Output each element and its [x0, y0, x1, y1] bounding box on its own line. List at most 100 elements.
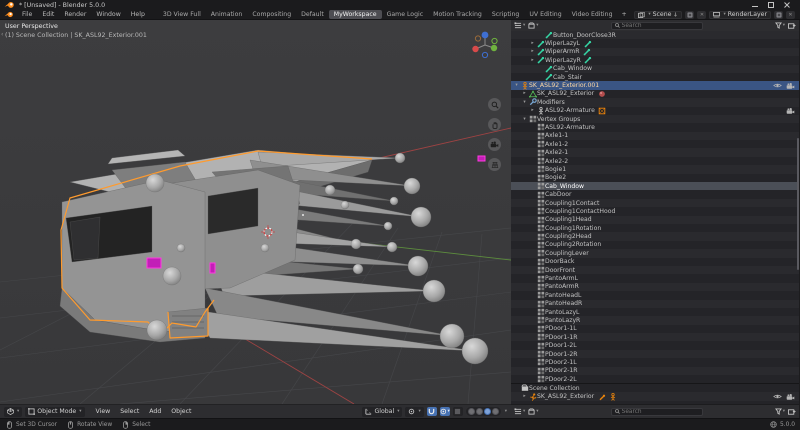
- search-input[interactable]: [622, 23, 692, 29]
- xray-toggle[interactable]: [453, 407, 463, 416]
- outliner-row[interactable]: ▸SK_ASL92_Exterior: [511, 392, 799, 400]
- workspace-tab-scripting[interactable]: Scripting: [487, 10, 525, 19]
- outliner-row[interactable]: ▾Modifiers: [511, 98, 799, 106]
- outliner-row[interactable]: PDoor2-1L: [511, 358, 799, 366]
- new-collection-button[interactable]: [788, 408, 796, 416]
- outliner-row[interactable]: Axle1-2: [511, 140, 799, 148]
- chevron-down-icon[interactable]: ▾: [505, 409, 507, 414]
- workspace-tab-uv-editing[interactable]: UV Editing: [524, 10, 566, 19]
- unlink-scene-icon[interactable]: ✕: [697, 11, 706, 19]
- outliner-row[interactable]: ▾Vertex Groups: [511, 115, 799, 123]
- outliner-row[interactable]: PDoor1-2L: [511, 341, 799, 349]
- pan-tool-button[interactable]: [488, 118, 501, 131]
- outliner-row[interactable]: Coupling1Contact: [511, 199, 799, 207]
- menu-edit[interactable]: Edit: [37, 11, 59, 18]
- viewport-menu-select[interactable]: Select: [116, 408, 143, 415]
- shading-wireframe-button[interactable]: [468, 408, 475, 415]
- outliner-row[interactable]: Axle1-1: [511, 132, 799, 140]
- workspace-tab-video-editing[interactable]: Video Editing: [567, 10, 618, 19]
- outliner-row[interactable]: ASL92-Armature: [511, 123, 799, 131]
- outliner-row[interactable]: Coupling1ContactHood: [511, 207, 799, 215]
- menu-file[interactable]: File: [17, 11, 37, 18]
- scene-selector[interactable]: ▾ Scene: [634, 11, 682, 19]
- outliner-row[interactable]: PDoor1-1R: [511, 333, 799, 341]
- toolbar-expand-icon[interactable]: ‹: [1, 31, 3, 38]
- outliner-search[interactable]: [611, 22, 703, 30]
- tree-closed-icon[interactable]: ▸: [529, 41, 536, 46]
- tree-open-icon[interactable]: ▾: [513, 83, 520, 88]
- workspace-tab-motion-tracking[interactable]: Motion Tracking: [428, 10, 487, 19]
- outliner-row[interactable]: PantoArmR: [511, 283, 799, 291]
- viewport-menu-view[interactable]: View: [92, 408, 115, 415]
- camera-icon[interactable]: [786, 393, 795, 401]
- outliner-row[interactable]: PDoor2-2L: [511, 375, 799, 383]
- add-workspace-button[interactable]: +: [618, 11, 631, 18]
- tree-closed-icon[interactable]: ▸: [521, 91, 528, 96]
- outliner-row[interactable]: Coupling1Rotation: [511, 224, 799, 232]
- camera-icon[interactable]: [786, 82, 795, 90]
- filter-funnel-button[interactable]: ▾: [775, 22, 785, 29]
- camera-icon[interactable]: [786, 107, 795, 115]
- outliner-row[interactable]: CabDoor: [511, 190, 799, 198]
- outliner-row[interactable]: ▸SK_ASL92_Exterior: [511, 90, 799, 98]
- blender-app-menu-icon[interactable]: [4, 11, 14, 19]
- outliner-row[interactable]: ▾SK_ASL92_Exterior.001: [511, 81, 799, 89]
- outliner-row[interactable]: Cab_Window: [511, 65, 799, 73]
- new-collection-button[interactable]: [788, 22, 796, 30]
- outliner-row[interactable]: Bogie1: [511, 165, 799, 173]
- pin-icon[interactable]: [673, 12, 678, 17]
- search-input[interactable]: [622, 409, 692, 415]
- zoom-tool-button[interactable]: [488, 98, 501, 111]
- workspace-tab-3d-view-full[interactable]: 3D View Full: [158, 10, 206, 19]
- filter-collection-button[interactable]: ▾: [528, 408, 538, 415]
- outliner-row[interactable]: PDoor2-1R: [511, 367, 799, 375]
- outliner-row[interactable]: Coupling2Head: [511, 232, 799, 240]
- menu-render[interactable]: Render: [59, 11, 91, 18]
- minimize-button[interactable]: [752, 2, 758, 8]
- outliner-row[interactable]: PDoor1-1L: [511, 325, 799, 333]
- outliner-row[interactable]: ▸ASL92-Armature: [511, 107, 799, 115]
- tree-closed-icon[interactable]: ▸: [529, 49, 536, 54]
- outliner-row[interactable]: Coupling1Head: [511, 216, 799, 224]
- outliner-row[interactable]: PantoArmL: [511, 274, 799, 282]
- pivot-point-selector[interactable]: ▾: [405, 407, 423, 417]
- filter-collection-button[interactable]: ▾: [528, 22, 538, 29]
- outliner-row[interactable]: PantoHeadL: [511, 291, 799, 299]
- outliner-row[interactable]: ▸WiperArmR: [511, 48, 799, 56]
- snap-toggle[interactable]: [427, 407, 437, 416]
- tree-closed-icon[interactable]: ▸: [529, 58, 536, 63]
- workspace-tab-myworkspace[interactable]: MyWorkspace: [329, 10, 382, 19]
- outliner-row[interactable]: Button_DoorClose3R: [511, 31, 799, 39]
- tree-closed-icon[interactable]: ▸: [521, 394, 528, 399]
- mode-selector[interactable]: Object Mode ▾: [25, 407, 84, 417]
- eye-icon[interactable]: [773, 82, 782, 90]
- viewport-menu-add[interactable]: Add: [145, 408, 165, 415]
- outliner-row[interactable]: PDoor1-2R: [511, 350, 799, 358]
- tree-open-icon[interactable]: ▾: [521, 117, 528, 122]
- viewport-canvas[interactable]: [0, 20, 511, 404]
- outliner-scrollbar[interactable]: [797, 138, 799, 270]
- shading-rendered-button[interactable]: [492, 408, 499, 415]
- outliner-row[interactable]: Coupling2Rotation: [511, 241, 799, 249]
- close-button[interactable]: [784, 2, 790, 8]
- workspace-tab-compositing[interactable]: Compositing: [247, 10, 296, 19]
- menu-help[interactable]: Help: [126, 11, 150, 18]
- tree-open-icon[interactable]: ▾: [521, 100, 528, 105]
- remove-view-layer-icon[interactable]: ✕: [786, 11, 795, 19]
- outliner-secondary-search[interactable]: [611, 408, 703, 416]
- outliner-row[interactable]: PantoLazyR: [511, 316, 799, 324]
- shading-solid-button[interactable]: [476, 408, 483, 415]
- outliner-row[interactable]: Cab_Stair: [511, 73, 799, 81]
- menu-window[interactable]: Window: [91, 11, 125, 18]
- outliner-row[interactable]: Axle2-2: [511, 157, 799, 165]
- transform-orientation-selector[interactable]: Global ▾: [362, 407, 402, 417]
- workspace-tab-default[interactable]: Default: [296, 10, 329, 19]
- outliner-row[interactable]: Cab_Window: [511, 182, 799, 190]
- workspace-tab-game-logic[interactable]: Game Logic: [382, 10, 429, 19]
- outliner-row[interactable]: ▸WiperLazyL: [511, 39, 799, 47]
- filter-funnel-button[interactable]: ▾: [775, 408, 785, 415]
- tree-closed-icon[interactable]: ▸: [529, 108, 536, 113]
- outliner-row[interactable]: CouplingLever: [511, 249, 799, 257]
- maximize-button[interactable]: [768, 2, 774, 8]
- new-scene-button[interactable]: [685, 11, 694, 19]
